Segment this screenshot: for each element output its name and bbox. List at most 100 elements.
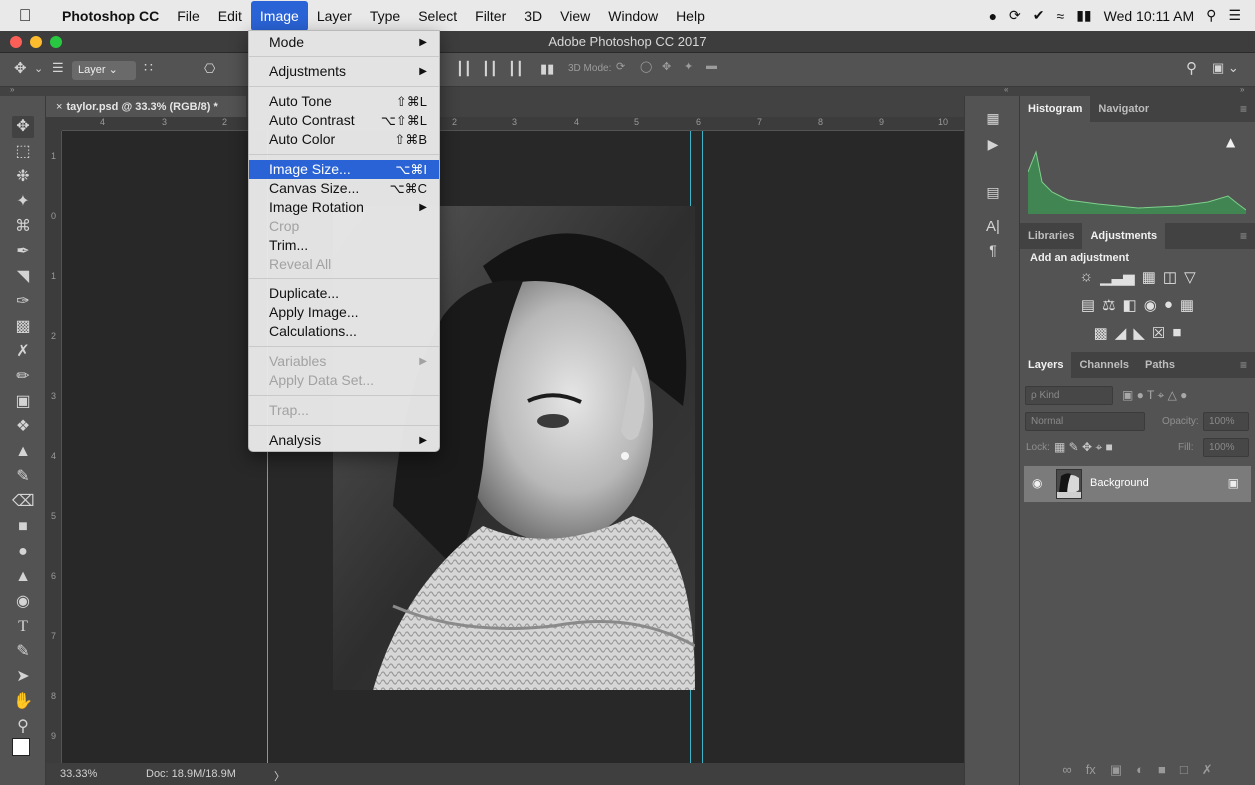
menu-item-canvas-size[interactable]: Canvas Size... ⌥⌘C (249, 179, 439, 198)
close-document-icon[interactable]: × (56, 101, 62, 113)
menu-item-trim[interactable]: Trim... (249, 236, 439, 255)
gradient-map-icon[interactable]: ☒ (1152, 324, 1165, 342)
photo-filter-icon[interactable]: ◉ (1144, 296, 1157, 314)
layer-row-background[interactable]: ◉ Background ▣ (1024, 466, 1251, 502)
document-canvas[interactable] (62, 131, 964, 763)
menu-item-auto-tone[interactable]: Auto Tone ⇧⌘L (249, 92, 439, 111)
menu-file[interactable]: File (168, 1, 209, 31)
visibility-eye-icon[interactable]: ◉ (1032, 476, 1042, 490)
menu-item-analysis[interactable]: Analysis ▶ (249, 431, 439, 450)
collapse-panels-icon[interactable]: » (1240, 85, 1244, 94)
clone-stamp-tool-icon[interactable]: ▩ (12, 316, 34, 338)
eraser-tool-icon[interactable]: ⌫ (12, 491, 35, 513)
color-balance-icon[interactable]: ⚖ (1102, 296, 1115, 314)
horizontal-ruler[interactable]: 4 3 2 2 3 4 5 6 7 8 9 10 (62, 117, 964, 131)
brush-presets-icon[interactable]: ▤ (981, 184, 1005, 201)
menu-item-apply-image[interactable]: Apply Image... (249, 303, 439, 322)
menu-app-name[interactable]: Photoshop CC (50, 1, 168, 31)
link-layers-icon[interactable]: ∞ (1062, 762, 1071, 785)
character-panel-icon[interactable]: A| (981, 218, 1005, 235)
notification-center-icon[interactable]: ☰ (1228, 7, 1241, 24)
tab-navigator[interactable]: Navigator (1090, 96, 1157, 122)
menu-window[interactable]: Window (599, 1, 667, 31)
new-group-icon[interactable]: ■ (1158, 762, 1166, 785)
move-tool-icon[interactable]: ✥ (12, 116, 34, 138)
brightness-contrast-icon[interactable]: ☼ (1079, 268, 1093, 286)
doc-size-info[interactable]: Doc: 18.9M/18.9M (146, 768, 236, 780)
posterize-icon[interactable]: ◢ (1115, 324, 1127, 342)
menu-item-calculations[interactable]: Calculations... (249, 322, 439, 341)
3d-slide-icon[interactable]: ✦ (684, 60, 693, 73)
sharpen-tool-icon[interactable]: ▲ (12, 566, 34, 588)
3d-roll-icon[interactable]: ◯ (640, 60, 652, 73)
menu-help[interactable]: Help (667, 1, 714, 31)
tab-channels[interactable]: Channels (1071, 352, 1137, 378)
check-circle-icon[interactable]: ✔ (1033, 7, 1045, 24)
3d-pan-icon[interactable]: ✥ (662, 60, 671, 73)
black-white-icon[interactable]: ◧ (1123, 296, 1137, 314)
hue-saturation-icon[interactable]: ▤ (1081, 296, 1095, 314)
new-adjustment-layer-icon[interactable]: ◐ (1136, 762, 1144, 785)
menu-image[interactable]: Image (250, 0, 308, 31)
menu-type[interactable]: Type (361, 1, 409, 31)
pen-path-tool-icon[interactable]: ✎ (12, 641, 34, 663)
actions-play-icon[interactable]: ▶ (981, 136, 1005, 153)
menu-view[interactable]: View (551, 1, 599, 31)
tool-preset-chevron-icon[interactable]: ⌄ (34, 62, 43, 75)
channel-mixer-icon[interactable]: ● (1164, 296, 1173, 314)
menu-item-image-size[interactable]: Image Size... ⌥⌘I (249, 160, 439, 179)
expand-tools-icon[interactable]: » (10, 85, 14, 94)
vibrance-icon[interactable]: ▽ (1184, 268, 1196, 286)
zoom-tool-icon[interactable]: ⚲ (12, 716, 34, 738)
battery-icon[interactable]: ▮▮ (1076, 7, 1091, 24)
tab-layers[interactable]: Layers (1020, 352, 1072, 378)
sponge-tool-icon[interactable]: ◉ (12, 591, 34, 613)
distribute-center-icon[interactable]: ┃┃ (482, 61, 498, 77)
menu-filter[interactable]: Filter (466, 1, 515, 31)
panel-menu-icon[interactable]: ≡ (1232, 223, 1255, 249)
menu-layer[interactable]: Layer (308, 1, 361, 31)
vertical-ruler[interactable]: 1 0 1 2 3 4 5 6 7 8 9 (46, 131, 62, 763)
menu-item-image-rotation[interactable]: Image Rotation ▶ (249, 198, 439, 217)
menu-select[interactable]: Select (409, 1, 466, 31)
lock-icons[interactable]: ▦ ✎ ✥ ⌖ ■ (1054, 440, 1113, 455)
apple-icon[interactable]:  (0, 6, 50, 26)
sync-icon[interactable]: ⟳ (1009, 7, 1021, 24)
fill-input[interactable]: 100% (1203, 438, 1249, 457)
menu-item-auto-color[interactable]: Auto Color ⇧⌘B (249, 130, 439, 149)
type-tool-icon[interactable]: T (12, 616, 34, 638)
menu-edit[interactable]: Edit (209, 1, 251, 31)
gradient-tool-icon[interactable]: ▣ (12, 391, 34, 413)
clock[interactable]: Wed 10:11 AM (1104, 8, 1195, 24)
search-icon[interactable]: ⚲ (1206, 7, 1216, 24)
invert-icon[interactable]: ▩ (1094, 324, 1108, 342)
eraser-tool-icon[interactable]: ✏ (12, 366, 34, 388)
eyedropper-tool-icon[interactable]: ✒ (12, 241, 34, 263)
status-menu-arrow[interactable]: 〉 (274, 768, 285, 784)
search-icon[interactable]: ⚲ (1186, 59, 1197, 77)
delete-layer-icon[interactable]: ✗ (1202, 762, 1213, 785)
curves-icon[interactable]: ▦ (1142, 268, 1156, 286)
path-selection-tool-icon[interactable]: ➤ (12, 666, 34, 688)
auto-align-icon[interactable]: ▮▮ (540, 61, 554, 77)
menu-item-duplicate[interactable]: Duplicate... (249, 284, 439, 303)
tab-paths[interactable]: Paths (1137, 352, 1183, 378)
panel-menu-icon[interactable]: ≡ (1232, 352, 1255, 378)
distribute-right-icon[interactable]: ┃┃ (508, 61, 524, 77)
rectangle-tool-icon[interactable]: ■ (12, 516, 34, 538)
crop-tool-icon[interactable]: ⌘ (12, 216, 34, 238)
opacity-input[interactable]: 100% (1203, 412, 1249, 431)
menu-item-mode[interactable]: Mode ▶ (249, 33, 439, 52)
levels-icon[interactable]: ▁▃▅ (1100, 268, 1135, 286)
hand-tool-icon[interactable]: ✋ (12, 691, 34, 713)
auto-select-target-select[interactable]: Layer ⌄ (72, 61, 136, 80)
auto-select-icon[interactable]: ☰ (52, 60, 64, 76)
history-brush-tool-icon[interactable]: ✗ (12, 341, 34, 363)
blur-drop-tool-icon[interactable]: ● (12, 541, 34, 563)
panel-menu-icon[interactable]: ≡ (1232, 96, 1255, 122)
3d-scale-icon[interactable]: ▬ (706, 60, 717, 72)
new-layer-icon[interactable]: □ (1180, 762, 1188, 785)
layer-style-fx-icon[interactable]: fx (1086, 762, 1096, 785)
tab-adjustments[interactable]: Adjustments (1082, 223, 1166, 249)
menu-3d[interactable]: 3D (515, 1, 551, 31)
